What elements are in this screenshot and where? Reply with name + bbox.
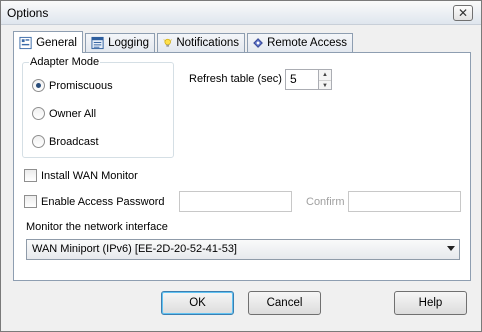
close-button[interactable]: ✕ [453,5,473,21]
radio-promiscuous[interactable]: Promiscuous [32,79,113,92]
cancel-button[interactable]: Cancel [248,291,321,315]
confirm-password-field[interactable] [348,191,461,212]
remote-access-icon [253,38,263,48]
monitor-interface-label: Monitor the network interface [26,221,168,233]
network-interface-select[interactable]: WAN Miniport (IPv6) [EE-2D-20-52-41-53] [26,239,460,260]
install-wan-monitor-checkbox[interactable]: Install WAN Monitor [24,169,138,182]
tab-remote-access[interactable]: Remote Access [247,33,353,52]
tab-label: General [36,36,77,49]
tab-label: Logging [108,37,149,49]
refresh-table-label: Refresh table (sec) [189,73,282,85]
window-title: Options [7,6,49,20]
radio-button[interactable] [32,135,45,148]
chevron-down-icon [447,246,455,251]
help-button[interactable]: Help [394,291,467,315]
radio-label: Broadcast [49,135,99,148]
tab-label: Notifications [176,37,239,49]
lightbulb-icon [163,38,172,47]
close-icon: ✕ [457,6,469,20]
adapter-mode-group: Adapter Mode Promiscuous Owner All Broad… [22,56,174,158]
logging-icon [91,36,104,50]
radio-button[interactable] [32,107,45,120]
confirm-label: Confirm [306,196,345,208]
radio-owner-all[interactable]: Owner All [32,107,96,120]
general-tab-panel: Adapter Mode Promiscuous Owner All Broad… [13,52,471,281]
refresh-table-input[interactable]: 5 [285,69,319,90]
selected-interface: WAN Miniport (IPv6) [EE-2D-20-52-41-53] [32,243,237,255]
tab-logging[interactable]: Logging [85,33,155,52]
radio-button[interactable] [32,79,45,92]
password-field[interactable] [179,191,292,212]
title-bar[interactable]: Options ✕ [1,1,481,25]
radio-label: Promiscuous [49,79,113,92]
spin-down-icon[interactable]: ▼ [319,80,331,90]
ok-button[interactable]: OK [161,291,234,315]
checkbox[interactable] [24,195,37,208]
enable-access-password-checkbox[interactable]: Enable Access Password [24,195,165,208]
refresh-spinner: ▲ ▼ [319,69,332,90]
radio-label: Owner All [49,107,97,120]
checkbox-label: Enable Access Password [41,195,165,208]
radio-broadcast[interactable]: Broadcast [32,135,99,148]
checkbox-label: Install WAN Monitor [41,169,138,182]
tab-label: Remote Access [267,37,347,49]
adapter-mode-label: Adapter Mode [29,56,101,68]
spin-up-icon[interactable]: ▲ [319,70,331,80]
general-icon [19,36,32,49]
tab-notifications[interactable]: Notifications [157,33,245,52]
checkbox[interactable] [24,169,37,182]
options-dialog: Options ✕ General Logging Notifications … [0,0,482,332]
tab-general[interactable]: General [13,31,83,53]
